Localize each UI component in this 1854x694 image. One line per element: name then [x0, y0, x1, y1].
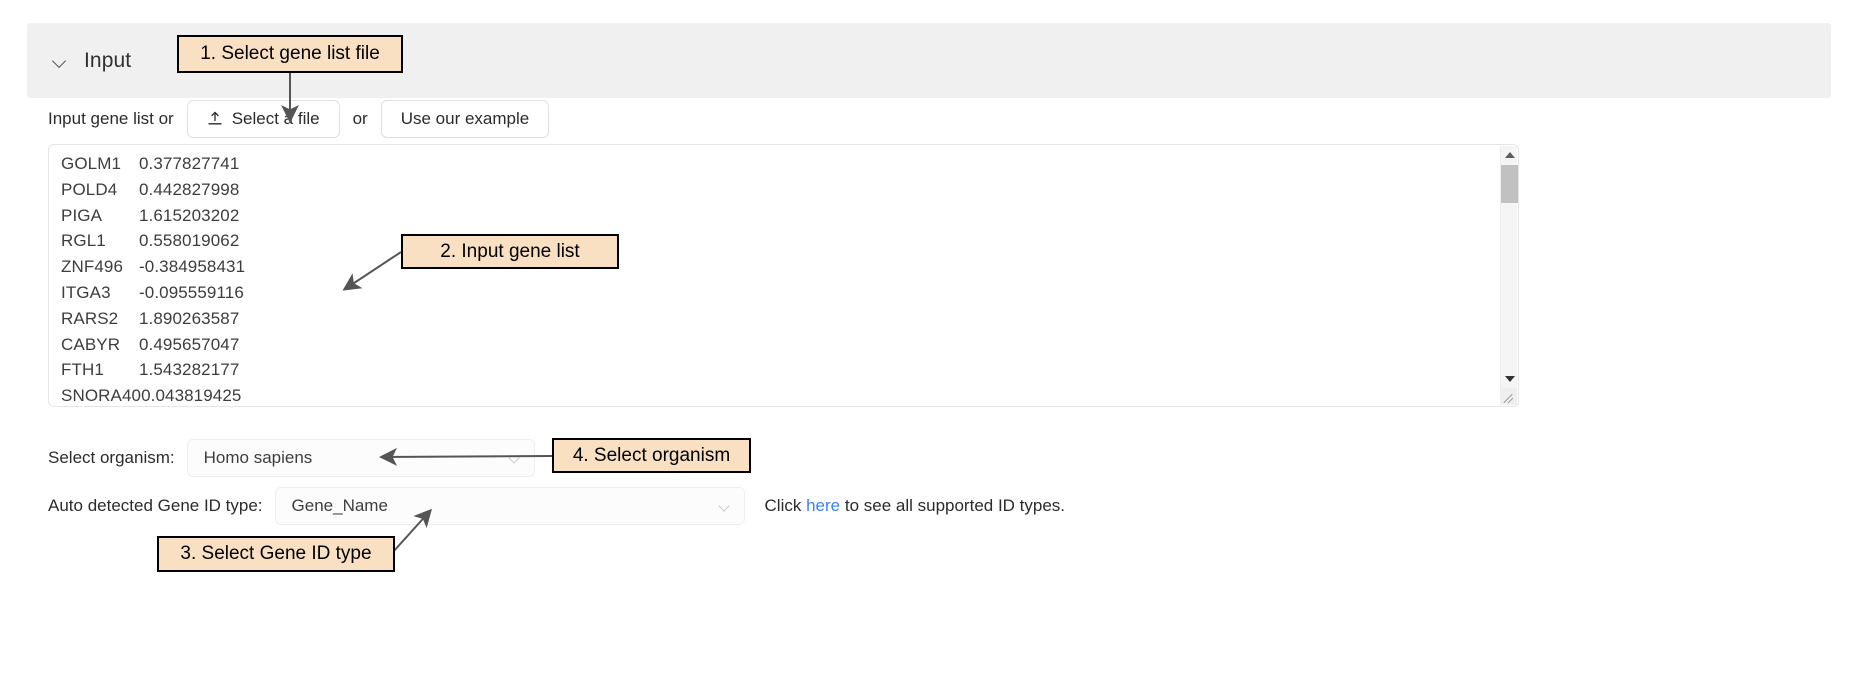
- gene-list-scrollbar[interactable]: [1500, 146, 1518, 405]
- callout-2: 2. Input gene list: [401, 234, 619, 269]
- gene-value: 0.495657047: [139, 334, 240, 354]
- callout-3: 3. Select Gene ID type: [157, 536, 395, 572]
- callout-1: 1. Select gene list file: [177, 35, 403, 73]
- chevron-down-icon: [719, 503, 730, 510]
- resize-grip-icon[interactable]: [1500, 388, 1517, 405]
- gene-value: 1.615203202: [139, 205, 240, 225]
- input-gene-list-label: Input gene list or: [48, 109, 174, 128]
- select-organism-value: Homo sapiens: [203, 448, 313, 467]
- scroll-up-arrow-icon[interactable]: [1501, 146, 1518, 163]
- gene-id-type-label: Auto detected Gene ID type:: [48, 496, 263, 515]
- scrollbar-thumb[interactable]: [1501, 165, 1518, 203]
- gene-list-row: ZNF496 -0.384958431: [61, 254, 1498, 280]
- hint-suffix: to see all supported ID types.: [840, 496, 1066, 515]
- gene-symbol: FTH1: [61, 360, 104, 380]
- select-organism-dropdown[interactable]: Homo sapiens: [186, 439, 535, 477]
- supported-id-types-link[interactable]: here: [806, 496, 840, 515]
- gene-list-row: CABYR 0.495657047: [61, 332, 1498, 358]
- gene-symbol: RGL1: [61, 231, 106, 251]
- gene-list-textarea[interactable]: GOLM1 0.377827741 POLD4 0.442827998 PIGA 1.61…: [48, 144, 1519, 407]
- chevron-down-icon: [509, 455, 520, 462]
- gene-id-type-value: Gene_Name: [291, 496, 388, 515]
- callout-4: 4. Select organism: [552, 438, 751, 473]
- gene-value: -0.384958431: [139, 257, 246, 277]
- gene-value: 0.043819425: [141, 386, 242, 406]
- gene-list-row: POLD4 0.442827998: [61, 177, 1498, 203]
- gene-value: 1.890263587: [139, 308, 240, 328]
- gene-list-row: PIGA 1.615203202: [61, 203, 1498, 229]
- gene-list-row: RGL1 0.558019062: [61, 228, 1498, 254]
- select-organism-label: Select organism:: [48, 448, 175, 467]
- hint-prefix: Click: [764, 496, 807, 515]
- input-file-row: Input gene list or Select a file or Use …: [48, 99, 550, 139]
- supported-id-types-hint: Click here to see all supported ID types…: [765, 496, 1066, 516]
- gene-symbol: CABYR: [61, 334, 121, 354]
- gene-symbol: GOLM1: [61, 154, 122, 173]
- gene-value: 0.377827741: [139, 154, 240, 173]
- gene-id-type-row: Auto detected Gene ID type: Gene_Name Cl…: [48, 487, 1065, 525]
- gene-list-row: ITGA3 -0.095559116: [61, 280, 1498, 306]
- upload-icon: [207, 111, 223, 127]
- chevron-down-icon[interactable]: [52, 53, 68, 69]
- gene-symbol: POLD4: [61, 179, 118, 199]
- gene-value: 0.442827998: [139, 179, 240, 199]
- gene-list-row: GOLM1 0.377827741: [61, 151, 1498, 177]
- gene-value: 1.543282177: [139, 360, 240, 380]
- use-our-example-label: Use our example: [400, 109, 530, 128]
- gene-list-row: SNORA400.043819425: [61, 383, 1498, 406]
- gene-list-content: GOLM1 0.377827741 POLD4 0.442827998 PIGA 1.61…: [61, 151, 1498, 406]
- gene-symbol: RARS2: [61, 308, 119, 328]
- gene-symbol: PIGA: [61, 205, 103, 225]
- gene-symbol: SNORA40: [61, 386, 142, 406]
- gene-list-row: FTH1 1.543282177: [61, 357, 1498, 383]
- gene-symbol: ZNF496: [61, 257, 124, 277]
- use-our-example-button[interactable]: Use our example: [380, 100, 550, 138]
- gene-symbol: ITGA3: [61, 282, 111, 302]
- gene-list-row: RARS2 1.890263587: [61, 306, 1498, 332]
- page-title: Input: [84, 48, 132, 72]
- select-a-file-button[interactable]: Select a file: [186, 100, 340, 138]
- or-separator: or: [352, 109, 368, 128]
- gene-value: -0.095559116: [139, 282, 244, 302]
- select-organism-row: Select organism: Homo sapiens: [48, 439, 535, 477]
- select-a-file-label: Select a file: [231, 109, 320, 128]
- gene-value: 0.558019062: [139, 231, 240, 251]
- scroll-down-arrow-icon[interactable]: [1501, 370, 1518, 387]
- gene-id-type-dropdown[interactable]: Gene_Name: [274, 487, 745, 525]
